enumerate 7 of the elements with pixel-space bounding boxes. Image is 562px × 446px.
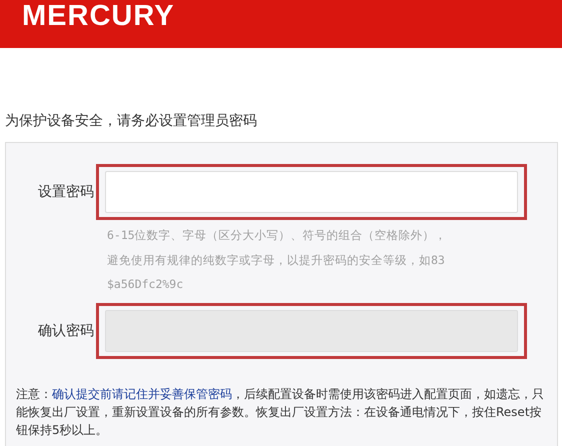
- field-label: 设置密码: [37, 183, 95, 201]
- intro-text: 为保护设备安全，请务必设置管理员密码: [5, 112, 258, 131]
- password-field[interactable]: [96, 164, 527, 220]
- note-text: 注意：确认提交前请记住并妥善保管密码，后续配置设备时需使用该密码进入配置页面，如遗忘，只能恢复出厂设置，重新设置设备的所有参数。恢复出厂设置方法：在设备通电情况下，按住Reset按钮保持5秒以上。: [16, 386, 545, 438]
- field-label: 确认密码: [37, 322, 95, 340]
- logo: MERCURY: [22, 0, 175, 32]
- hint-text: 6-15位数字、字母（区分大小写）、符号的组合（空格除外）， 避免使用有规律的纯数字或字母，以提升密码的安全等级，如83 $a56Dfc2%9c: [107, 227, 448, 293]
